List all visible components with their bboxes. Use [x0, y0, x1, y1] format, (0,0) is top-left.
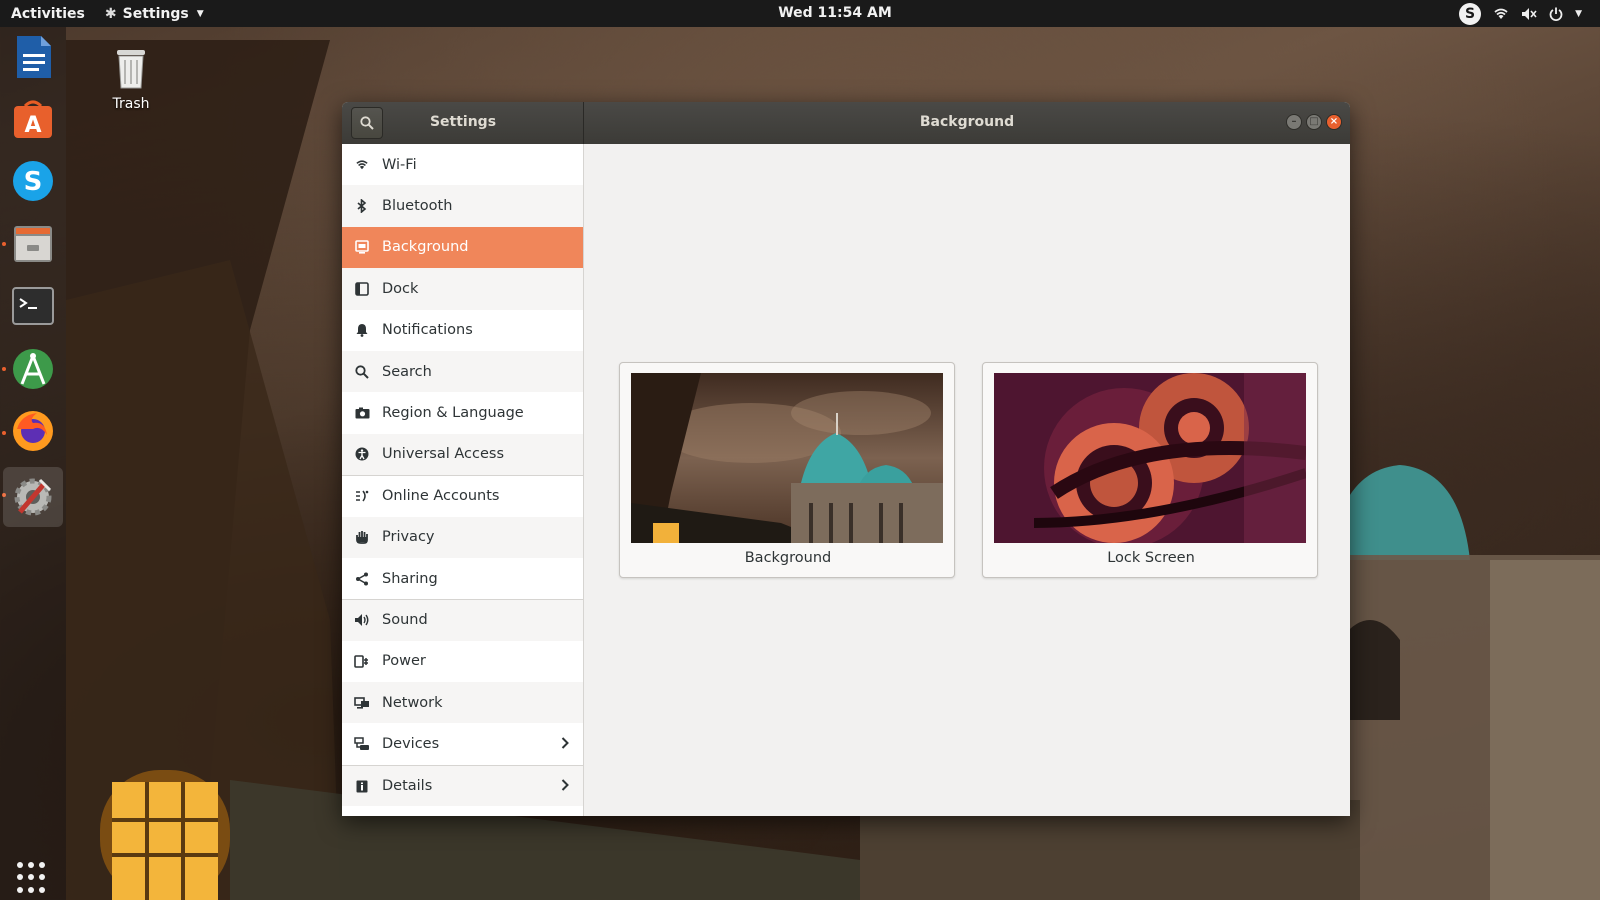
background-thumbnail: [631, 373, 943, 543]
sidebar-item-network[interactable]: Network: [342, 682, 583, 724]
svg-text:S: S: [24, 167, 43, 197]
settings-sidebar: Wi-Fi Bluetooth Background Dock Notifica…: [342, 144, 584, 816]
sidebar-item-label: Universal Access: [382, 446, 505, 463]
sidebar-item-label: Wi-Fi: [382, 156, 417, 173]
bluetooth-icon: [354, 198, 370, 214]
sidebar-item-label: Devices: [382, 736, 440, 753]
volume-muted-icon[interactable]: [1521, 7, 1537, 21]
svg-text:A: A: [24, 113, 41, 138]
sidebar-item-label: Power: [382, 653, 426, 670]
sidebar-item-sound[interactable]: Sound: [342, 599, 583, 641]
sidebar-item-label: Bluetooth: [382, 198, 453, 215]
running-indicator: [2, 431, 6, 435]
minimize-button[interactable]: –: [1286, 114, 1302, 130]
search-icon: [360, 116, 374, 130]
running-indicator: [2, 367, 6, 371]
wifi-icon[interactable]: [1493, 7, 1509, 21]
dock: A S: [0, 27, 66, 900]
background-icon: [354, 239, 370, 255]
show-applications-icon[interactable]: [17, 862, 49, 894]
sidebar-item-power[interactable]: Power: [342, 641, 583, 682]
sidebar-item-label: Network: [382, 694, 443, 711]
sidebar-item-online-accounts[interactable]: Online Accounts: [342, 475, 583, 516]
system-tray[interactable]: S ▼: [1459, 3, 1582, 25]
power-plug-icon: [354, 653, 370, 669]
speaker-icon: [354, 612, 370, 628]
window-controls: – □ ×: [1286, 114, 1342, 130]
caret-down-icon[interactable]: ▼: [1575, 9, 1582, 19]
network-icon: [354, 695, 370, 711]
lock-screen-thumbnail: [994, 373, 1306, 543]
android-studio-icon[interactable]: [9, 345, 57, 393]
background-card[interactable]: Background: [619, 362, 955, 578]
running-indicator: [2, 242, 6, 246]
sidebar-item-region-language[interactable]: Region & Language: [342, 392, 583, 433]
dock-icon: [354, 281, 370, 297]
camera-icon: [354, 405, 370, 421]
lock-screen-card[interactable]: Lock Screen: [982, 362, 1318, 578]
devices-icon: [354, 736, 370, 752]
background-card-label: Background: [744, 550, 832, 566]
files-icon[interactable]: [9, 219, 57, 267]
share-icon: [354, 571, 370, 587]
terminal-icon[interactable]: [9, 282, 57, 330]
sidebar-item-universal-access[interactable]: Universal Access: [342, 433, 583, 476]
online-accounts-icon: [354, 488, 370, 504]
clock[interactable]: Wed 11:54 AM: [0, 5, 1600, 21]
sidebar-item-label: Notifications: [382, 322, 473, 339]
sidebar-item-label: Details: [382, 778, 433, 795]
trash-label: Trash: [112, 96, 150, 112]
chevron-right-icon: [561, 735, 569, 754]
search-button[interactable]: [351, 107, 383, 139]
close-button[interactable]: ×: [1326, 114, 1342, 130]
sidebar-item-bluetooth[interactable]: Bluetooth: [342, 185, 583, 227]
search-icon: [354, 364, 370, 380]
window-title: Background: [919, 114, 1015, 130]
info-icon: [354, 778, 370, 794]
sidebar-item-label: Dock: [382, 280, 419, 297]
sidebar-item-label: Sound: [382, 612, 428, 629]
accessibility-icon: [354, 446, 370, 462]
sidebar-item-label: Search: [382, 363, 432, 380]
desktop-trash[interactable]: Trash: [104, 44, 158, 112]
sidebar-title: Settings: [429, 114, 497, 130]
sidebar-item-wifi[interactable]: Wi-Fi: [342, 144, 583, 185]
sidebar-item-label: Privacy: [382, 529, 435, 546]
sidebar-item-privacy[interactable]: Privacy: [342, 516, 583, 558]
bell-icon: [354, 322, 370, 338]
settings-icon[interactable]: [3, 467, 63, 527]
ubuntu-software-icon[interactable]: A: [9, 95, 57, 143]
sidebar-item-label: Region & Language: [382, 405, 524, 422]
sidebar-item-devices[interactable]: Devices: [342, 723, 583, 764]
sidebar-item-label: Online Accounts: [382, 488, 500, 505]
background-panel: Background Lock Screen: [585, 144, 1350, 816]
wifi-icon: [354, 157, 370, 173]
top-bar: Activities ✱ Settings ▼ Wed 11:54 AM S ▼: [0, 0, 1600, 27]
sidebar-item-dock[interactable]: Dock: [342, 268, 583, 310]
maximize-button[interactable]: □: [1306, 114, 1322, 130]
sidebar-item-label: Background: [382, 239, 469, 256]
power-icon[interactable]: [1549, 7, 1563, 21]
lock-screen-card-label: Lock Screen: [1107, 550, 1195, 566]
sidebar-item-label: Sharing: [382, 570, 438, 587]
libreoffice-writer-icon[interactable]: [9, 33, 57, 81]
chevron-right-icon: [561, 777, 569, 796]
settings-window: Settings Background – □ × Wi-Fi Bluetoot…: [342, 102, 1350, 816]
trash-icon: [117, 50, 145, 89]
skype-icon[interactable]: S: [1459, 3, 1482, 25]
sidebar-item-notifications[interactable]: Notifications: [342, 310, 583, 351]
hand-icon: [354, 529, 370, 545]
sidebar-item-search[interactable]: Search: [342, 350, 583, 393]
skype-icon[interactable]: S: [9, 157, 57, 205]
header-bar: Settings Background – □ ×: [342, 102, 1350, 144]
sidebar-item-details[interactable]: Details: [342, 764, 583, 807]
sidebar-item-background[interactable]: Background: [342, 226, 583, 269]
sidebar-item-sharing[interactable]: Sharing: [342, 558, 583, 599]
firefox-icon[interactable]: [9, 407, 57, 455]
sidebar-header: Settings: [342, 102, 584, 144]
